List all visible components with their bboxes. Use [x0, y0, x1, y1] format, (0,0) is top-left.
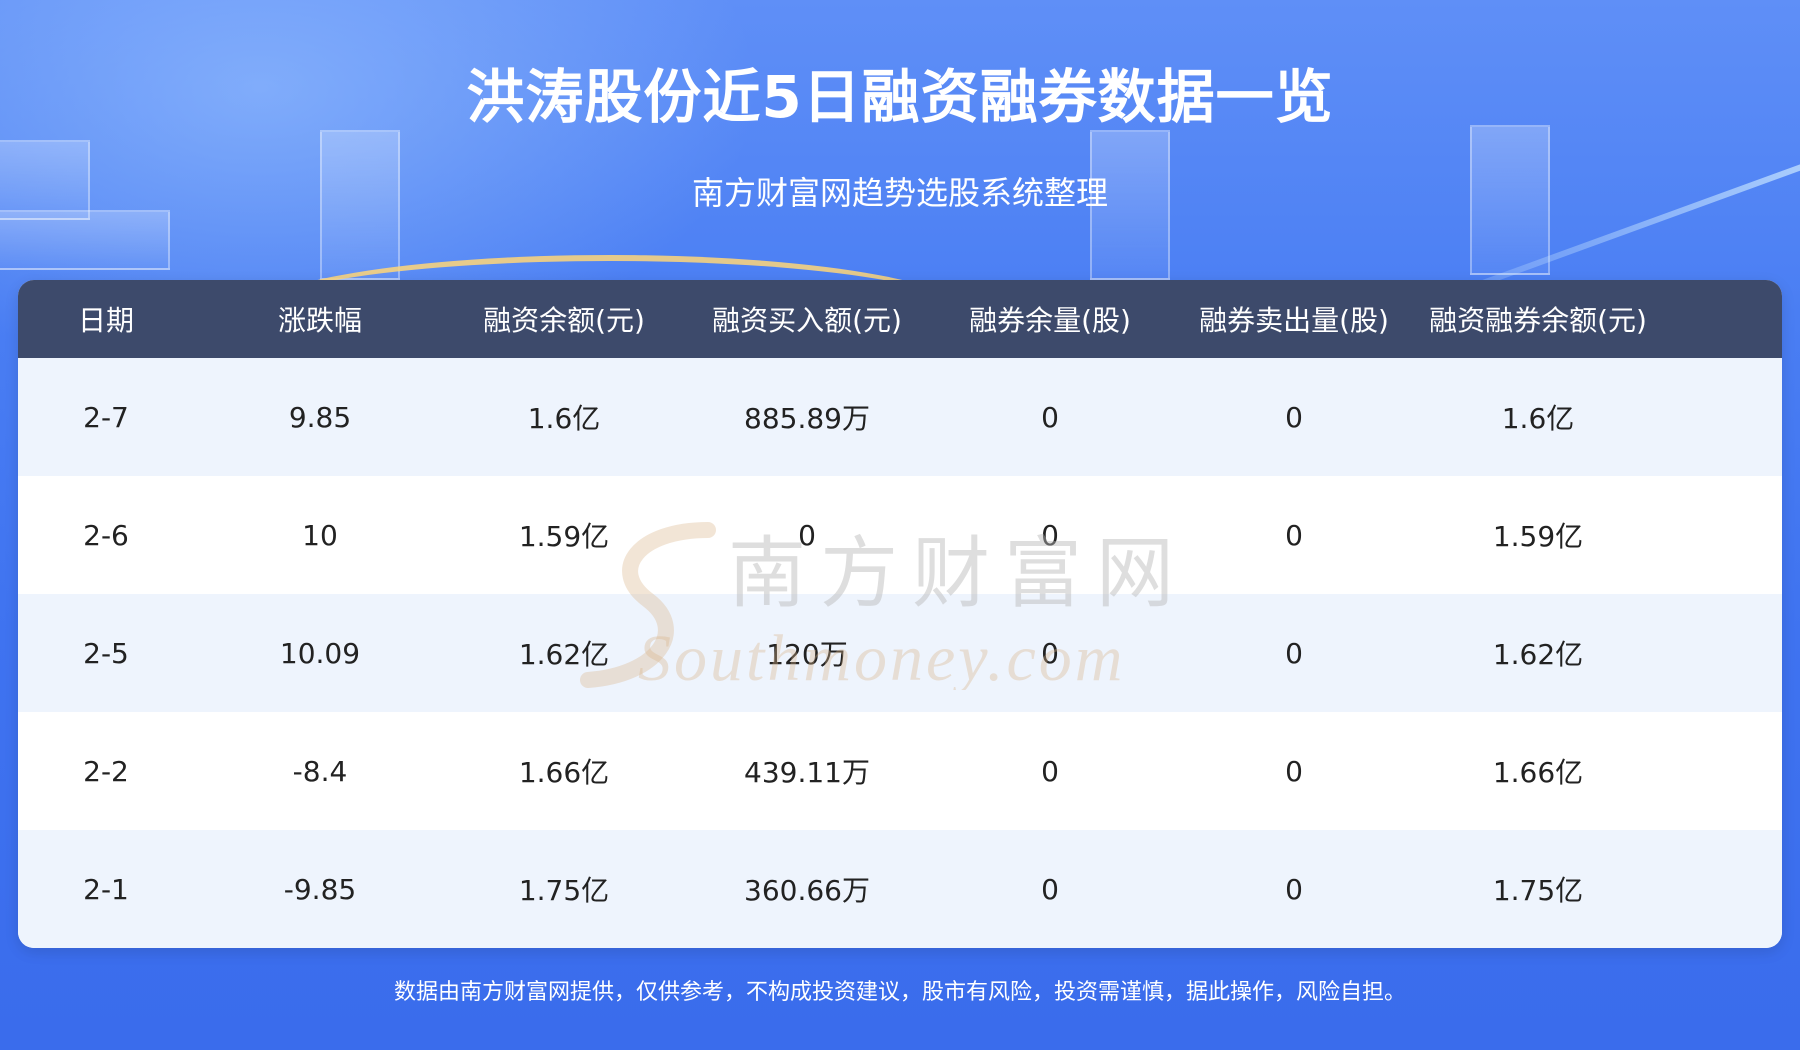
cell-change-pct: 10.09 [279, 636, 361, 670]
cell-change-pct: 10 [302, 518, 338, 552]
cell-margin-balance: 1.75亿 [518, 874, 610, 907]
header-total-balance: 融资融券余额(元) [1429, 304, 1647, 337]
cell-total-balance: 1.59亿 [1492, 520, 1584, 553]
cell-total-balance: 1.66亿 [1492, 756, 1584, 789]
cell-margin-buy: 0 [798, 518, 816, 552]
cell-short-volume: 0 [1041, 400, 1059, 434]
header-date: 日期 [77, 304, 134, 337]
cell-date: 2-6 [83, 518, 129, 552]
cell-margin-balance: 1.6亿 [527, 402, 601, 435]
cell-margin-buy: 439.11万 [744, 756, 870, 789]
cell-short-sell: 0 [1285, 518, 1303, 552]
cell-short-volume: 0 [1041, 518, 1059, 552]
table-row: 2-5 10.09 1.62亿 120万 0 0 1.62亿 [18, 594, 1782, 712]
cell-change-pct: -8.4 [292, 754, 348, 788]
cell-total-balance: 1.62亿 [1492, 638, 1584, 671]
cell-margin-balance: 1.66亿 [518, 756, 610, 789]
table-row: 2-2 -8.4 1.66亿 439.11万 0 0 1.66亿 [18, 712, 1782, 830]
cell-short-sell: 0 [1285, 400, 1303, 434]
header-margin-buy: 融资买入额(元) [712, 304, 902, 337]
data-table-card: 日期 涨跌幅 融资余额(元) 融资买入额(元) 融券余量(股) 融券卖出量(股)… [18, 280, 1782, 948]
page-subtitle: 南方财富网趋势选股系统整理 [691, 174, 1108, 212]
cell-short-sell: 0 [1285, 754, 1303, 788]
cell-short-volume: 0 [1041, 754, 1059, 788]
table-header-row: 日期 涨跌幅 融资余额(元) 融资买入额(元) 融券余量(股) 融券卖出量(股)… [18, 280, 1782, 358]
cell-short-sell: 0 [1285, 872, 1303, 906]
cell-date: 2-2 [83, 754, 129, 788]
cell-margin-buy: 885.89万 [744, 402, 870, 435]
cell-margin-balance: 1.59亿 [518, 520, 610, 553]
header-margin-balance: 融资余额(元) [483, 304, 645, 337]
cell-date: 2-5 [83, 636, 129, 670]
table-row: 2-7 9.85 1.6亿 885.89万 0 0 1.6亿 [18, 358, 1782, 476]
margin-trading-table: 日期 涨跌幅 融资余额(元) 融资买入额(元) 融券余量(股) 融券卖出量(股)… [18, 280, 1782, 948]
cell-short-sell: 0 [1285, 636, 1303, 670]
cell-change-pct: 9.85 [288, 400, 352, 434]
page-title: 洪涛股份近5日融资融券数据一览 [466, 63, 1334, 131]
header-short-sell: 融券卖出量(股) [1199, 304, 1389, 337]
table-row: 2-1 -9.85 1.75亿 360.66万 0 0 1.75亿 [18, 830, 1782, 948]
cell-margin-balance: 1.62亿 [518, 638, 610, 671]
header-change-pct: 涨跌幅 [277, 304, 362, 337]
cell-date: 2-7 [83, 400, 129, 434]
cell-margin-buy: 120万 [766, 638, 848, 671]
cell-margin-buy: 360.66万 [744, 874, 870, 907]
cell-date: 2-1 [83, 872, 129, 906]
cell-total-balance: 1.6亿 [1501, 402, 1575, 435]
table-row: 2-6 10 1.59亿 0 0 0 1.59亿 [18, 476, 1782, 594]
disclaimer-footer: 数据由南方财富网提供，仅供参考，不构成投资建议，股市有风险，投资需谨慎，据此操作… [393, 980, 1406, 1005]
cell-short-volume: 0 [1041, 636, 1059, 670]
header-short-volume: 融券余量(股) [969, 304, 1131, 337]
cell-change-pct: -9.85 [283, 872, 357, 906]
cell-short-volume: 0 [1041, 872, 1059, 906]
cell-total-balance: 1.75亿 [1492, 874, 1584, 907]
